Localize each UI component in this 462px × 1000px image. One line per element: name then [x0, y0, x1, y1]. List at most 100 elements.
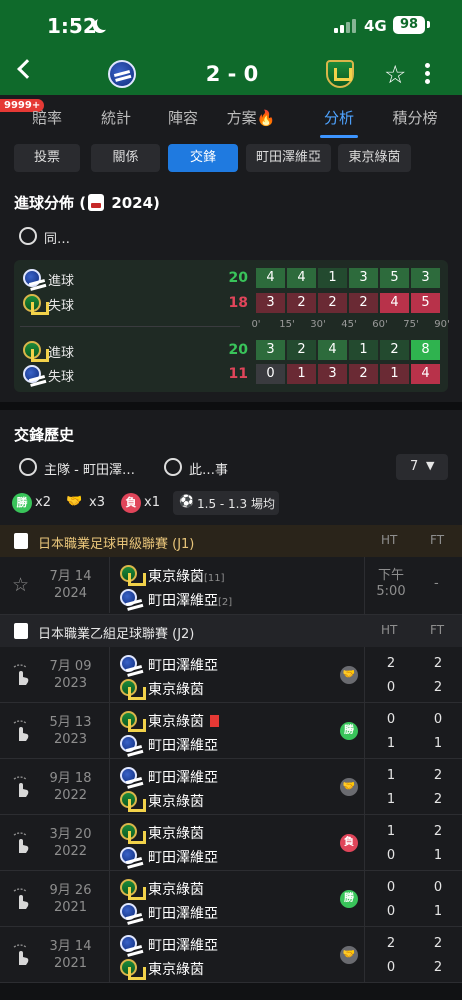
moon-icon	[97, 16, 111, 30]
subtab-h2h[interactable]: 交鋒	[168, 144, 238, 172]
tap-hand-icon[interactable]	[12, 887, 30, 911]
tap-hand-icon[interactable]	[12, 775, 30, 799]
favorite-star-icon[interactable]: ☆	[384, 60, 406, 89]
goal-cell: 2	[380, 340, 409, 360]
tab-odds[interactable]: 賠率	[32, 107, 62, 128]
ft-score-1: 2	[433, 936, 443, 951]
tap-hand-icon[interactable]	[12, 663, 30, 687]
team2-rank: [2]	[218, 597, 233, 608]
tab-analysis[interactable]: 分析	[324, 107, 354, 128]
tab-stats[interactable]: 統計	[101, 107, 131, 128]
ht-score-2: 1	[386, 736, 396, 751]
match-row[interactable]: 9月 26 2021 東京綠茵 町田澤維亞 勝 0 0 0 1	[0, 871, 462, 927]
team2-name: 町田澤維亞	[148, 738, 218, 754]
team-logo	[120, 879, 146, 900]
back-icon[interactable]	[17, 59, 37, 79]
time-tick-label: 75'	[403, 319, 419, 330]
battery-icon: 98	[393, 16, 425, 34]
j1-league-icon	[14, 533, 28, 549]
sub-tabs: 投票 關係 交鋒 町田澤維亞 東京綠茵	[0, 140, 462, 182]
goal-row-label: 進球	[48, 274, 75, 289]
goal-cell: 2	[287, 293, 316, 313]
row-divider	[364, 871, 365, 927]
ft-score-1: 0	[433, 712, 443, 727]
goal-row-label: 失球	[48, 299, 75, 314]
goal-distribution-section: 進球分佈 ( 2024) 同… 進球 20 4 4 1 3 5 3 失球 18 3 2 2 2 4 5 進球 20…	[0, 182, 462, 402]
match-month-day: 5月 13	[49, 715, 92, 730]
team2-name: 町田澤維亞	[148, 906, 218, 922]
row-divider	[364, 703, 365, 759]
team2-name: 東京綠茵	[148, 682, 204, 698]
tab-lineup[interactable]: 陣容	[168, 107, 198, 128]
tab-plans[interactable]: 方案🔥	[227, 107, 276, 128]
row-divider	[109, 927, 110, 983]
team1-label: 東京綠茵	[148, 569, 204, 585]
count-select[interactable]: 7 ▼	[396, 454, 448, 480]
tap-hand-icon[interactable]	[12, 719, 30, 743]
favorite-star-icon[interactable]: ☆	[12, 574, 29, 596]
row-divider	[364, 759, 365, 815]
result-win-icon: 勝	[340, 722, 358, 740]
match-year: 2022	[53, 788, 88, 803]
team-logo	[120, 655, 137, 672]
col-ht-label: HT	[381, 623, 398, 637]
match-row[interactable]: 5月 13 2023 東京綠茵 町田澤維亞 勝 0 1 0 1	[0, 703, 462, 759]
subtab-machida[interactable]: 町田澤維亞	[246, 144, 331, 172]
ft-score-2: 1	[433, 848, 443, 863]
tab-standings[interactable]: 積分榜	[392, 107, 437, 128]
this-event-radio[interactable]	[164, 458, 182, 476]
red-card-icon	[210, 715, 219, 727]
match-year: 2023	[53, 732, 88, 747]
team-logo	[120, 735, 137, 752]
match-row[interactable]: 9月 18 2022 町田澤維亞 東京綠茵 🤝 1 1 2 2	[0, 759, 462, 815]
subtab-vote[interactable]: 投票	[14, 144, 80, 172]
ht-score-2: 0	[386, 848, 396, 863]
ht-score-2: 1	[386, 792, 396, 807]
active-tab-indicator	[320, 135, 358, 138]
match-row[interactable]: 3月 14 2021 町田澤維亞 東京綠茵 🤝 2 0 2 2	[0, 927, 462, 983]
goal-cell: 3	[349, 268, 378, 288]
away-team-logo[interactable]	[326, 60, 354, 88]
team-logo	[120, 823, 146, 844]
home-filter-radio[interactable]	[19, 458, 37, 476]
col-ft-label: FT	[430, 623, 445, 637]
team1-name: 東京綠茵	[148, 879, 204, 899]
subtab-relation[interactable]: 關係	[91, 144, 160, 172]
same-filter-radio[interactable]	[19, 227, 37, 245]
match-row[interactable]: 7月 09 2023 町田澤維亞 東京綠茵 🤝 2 0 2 2	[0, 647, 462, 703]
more-icon[interactable]	[425, 63, 431, 87]
ht-score-1: 0	[386, 712, 396, 727]
team-logo	[120, 711, 146, 732]
ft-score-2: 1	[433, 904, 443, 919]
match-row-upcoming[interactable]: ☆ 7月 14 2024 東京綠茵[11] 町田澤維亞[2] 下午 5:00 -	[0, 557, 462, 615]
goal-row-total: 20	[228, 342, 248, 358]
match-date: 9月 18 2022	[48, 770, 93, 804]
tap-hand-icon[interactable]	[12, 943, 30, 967]
team1-name: 東京綠茵	[148, 711, 219, 731]
match-row[interactable]: 3月 20 2022 東京綠茵 町田澤維亞 負 1 0 2 1	[0, 815, 462, 871]
time-tick-label: 0'	[251, 319, 261, 330]
avg-goals-label: 1.5 - 1.3 場均	[197, 497, 275, 511]
team2-name: 東京綠茵	[148, 962, 204, 978]
match-year: 2021	[53, 900, 88, 915]
row-divider	[109, 759, 110, 815]
panel-divider	[20, 326, 240, 327]
main-tabs: 9999+ 賠率 統計 陣容 方案🔥 分析 積分榜	[0, 95, 462, 140]
subtab-verdy[interactable]: 東京綠茵	[338, 144, 411, 172]
match-date: 7月 14 2024	[48, 568, 93, 602]
team1-label: 町田澤維亞	[148, 770, 218, 786]
home-team-logo[interactable]	[108, 60, 136, 88]
row-divider	[109, 703, 110, 759]
col-ft-label: FT	[430, 533, 445, 547]
goal-cell: 2	[287, 340, 316, 360]
ft-score-1: 0	[433, 880, 443, 895]
battery-tip	[427, 21, 430, 28]
goal-cell: 1	[380, 364, 409, 384]
network-label: 4G	[364, 17, 387, 35]
draw-handshake-icon: 🤝	[340, 666, 358, 684]
goal-cell: 1	[318, 268, 347, 288]
tap-hand-icon[interactable]	[12, 831, 30, 855]
team2-name: 町田澤維亞	[148, 850, 218, 866]
team1-name: 町田澤維亞	[148, 935, 218, 955]
goal-distribution-panel: 進球 20 4 4 1 3 5 3 失球 18 3 2 2 2 4 5 進球 20 3 2 4 1 2 8 失球 11 0 1 3 2 1 4…	[14, 260, 450, 392]
